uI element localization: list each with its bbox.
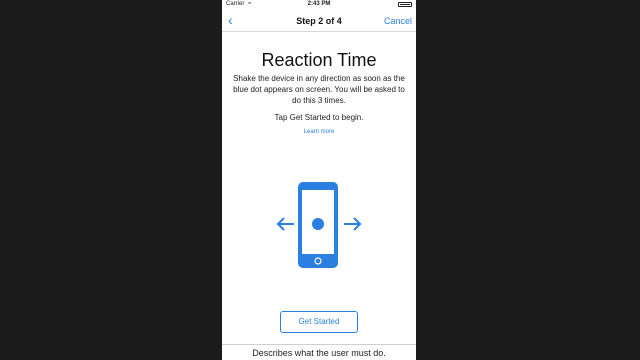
caption-text: Describes what the user must do. xyxy=(252,348,386,358)
navigation-bar: ‹ Step 2 of 4 Cancel xyxy=(222,10,416,32)
learn-more-link[interactable]: Learn more xyxy=(222,129,416,135)
cancel-button[interactable]: Cancel xyxy=(384,16,412,26)
page-title: Reaction Time xyxy=(261,50,377,70)
shake-illustration xyxy=(222,176,416,276)
caption-bar: Describes what the user must do. xyxy=(222,344,416,360)
instruction-text: Tap Get Started to begin. xyxy=(274,113,364,122)
phone-screen: Carrier ≈ 2:43 PM ‹ Step 2 of 4 Cancel R… xyxy=(222,0,416,360)
arrow-right-icon xyxy=(344,217,362,231)
phone-icon xyxy=(298,182,338,268)
task-description: Shake the device in any direction as soo… xyxy=(233,74,405,105)
arrow-left-icon xyxy=(276,217,294,231)
status-bar: Carrier ≈ 2:43 PM xyxy=(222,0,416,10)
battery-icon xyxy=(398,2,412,7)
get-started-button[interactable]: Get Started xyxy=(280,311,358,333)
status-time: 2:43 PM xyxy=(307,1,331,7)
